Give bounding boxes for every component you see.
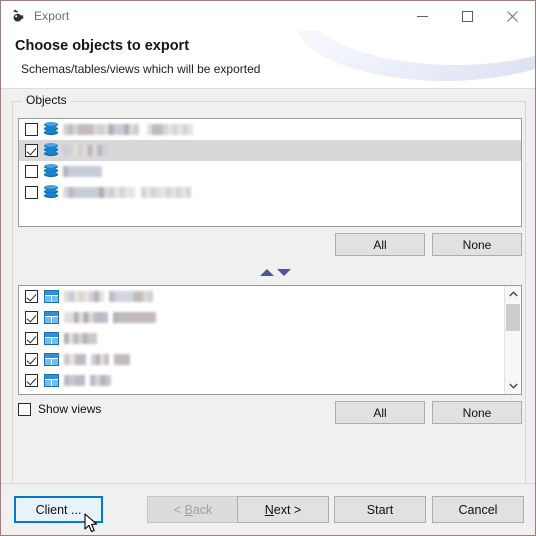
reorder-arrows — [260, 266, 294, 278]
redacted-label — [113, 312, 156, 323]
next-label-rest: ext > — [273, 502, 302, 517]
table-icon — [44, 290, 59, 303]
maximize-button[interactable] — [445, 1, 490, 31]
move-down-icon[interactable] — [277, 269, 291, 276]
page-title: Choose objects to export — [15, 38, 190, 54]
table-item-checkbox[interactable] — [25, 290, 38, 303]
title-bar: Export — [1, 1, 535, 31]
table-list-item[interactable] — [19, 307, 521, 328]
back-label-accel: B — [184, 502, 193, 517]
schema-item-checkbox[interactable] — [25, 186, 38, 199]
table-item-checkbox[interactable] — [25, 374, 38, 387]
dialog-footer: Client ... < Back Next > Start Cancel — [1, 483, 535, 535]
database-icon — [44, 164, 58, 179]
cancel-button[interactable]: Cancel — [432, 496, 524, 523]
redacted-label — [63, 145, 107, 156]
scroll-down-icon[interactable] — [505, 378, 521, 394]
schema-item-checkbox[interactable] — [25, 144, 38, 157]
table-icon — [44, 332, 59, 345]
move-up-icon[interactable] — [260, 269, 274, 276]
database-icon — [44, 185, 58, 200]
show-views-checkbox[interactable] — [18, 402, 31, 416]
window-title: Export — [34, 9, 70, 23]
database-icon — [44, 143, 58, 158]
schema-item-checkbox[interactable] — [25, 123, 38, 136]
redacted-label — [64, 354, 86, 365]
objects-groupbox: Objects All None Show views All None — [12, 93, 526, 491]
window-controls — [400, 1, 535, 31]
scrollbar-thumb[interactable] — [506, 304, 520, 331]
back-button[interactable]: < Back — [147, 496, 239, 523]
schema-list-item[interactable] — [19, 161, 521, 182]
schema-select-none-button[interactable]: None — [432, 233, 522, 256]
table-list-item[interactable] — [19, 391, 521, 394]
minimize-button[interactable] — [400, 1, 445, 31]
table-item-checkbox[interactable] — [25, 311, 38, 324]
redacted-label — [147, 124, 193, 135]
redacted-label — [91, 354, 109, 365]
table-list-item[interactable] — [19, 370, 521, 391]
maximize-icon — [462, 10, 473, 22]
dialog-body: Objects All None Show views All None — [1, 89, 535, 491]
show-views-row[interactable]: Show views — [18, 402, 101, 416]
scroll-up-icon[interactable] — [505, 286, 521, 302]
objects-legend: Objects — [22, 93, 71, 107]
redacted-label — [141, 187, 191, 198]
redacted-label — [64, 291, 104, 302]
redacted-label — [114, 354, 130, 365]
table-list[interactable] — [18, 285, 522, 395]
table-list-item[interactable] — [19, 286, 521, 307]
minimize-icon — [417, 15, 428, 17]
app-icon — [10, 8, 26, 24]
export-dialog-window: Export Choose objects to export Schemas/… — [0, 0, 536, 536]
close-button[interactable] — [490, 1, 535, 31]
next-button[interactable]: Next > — [237, 496, 329, 523]
client-button[interactable]: Client ... — [14, 496, 103, 523]
redacted-label — [63, 166, 102, 177]
next-label-accel: N — [264, 502, 274, 517]
schema-select-all-button[interactable]: All — [335, 233, 425, 256]
redacted-label — [64, 333, 97, 344]
schema-list-item[interactable] — [19, 140, 521, 161]
start-button[interactable]: Start — [334, 496, 426, 523]
database-icon — [44, 122, 58, 137]
redacted-label — [63, 124, 139, 135]
schema-list-item[interactable] — [19, 119, 521, 140]
show-views-label: Show views — [38, 402, 102, 416]
back-label-rest: ack — [192, 502, 213, 517]
redacted-label — [90, 375, 111, 386]
table-item-checkbox[interactable] — [25, 332, 38, 345]
schema-item-checkbox[interactable] — [25, 165, 38, 178]
redacted-label — [109, 291, 153, 302]
table-select-all-button[interactable]: All — [335, 401, 425, 424]
header-band: Choose objects to export Schemas/tables/… — [1, 31, 535, 89]
page-subtitle: Schemas/tables/views which will be expor… — [21, 62, 261, 76]
table-list-item[interactable] — [19, 349, 521, 370]
schema-list[interactable] — [18, 118, 522, 227]
table-icon — [44, 353, 59, 366]
table-list-item[interactable] — [19, 328, 521, 349]
table-select-none-button[interactable]: None — [432, 401, 522, 424]
back-label-prefix: < — [173, 502, 185, 517]
table-icon — [44, 311, 59, 324]
redacted-label — [63, 187, 135, 198]
redacted-label — [64, 375, 85, 386]
close-icon — [507, 10, 518, 22]
table-icon — [44, 374, 59, 387]
table-list-scrollbar[interactable] — [504, 286, 521, 394]
schema-list-item[interactable] — [19, 182, 521, 203]
table-item-checkbox[interactable] — [25, 353, 38, 366]
redacted-label — [64, 312, 108, 323]
